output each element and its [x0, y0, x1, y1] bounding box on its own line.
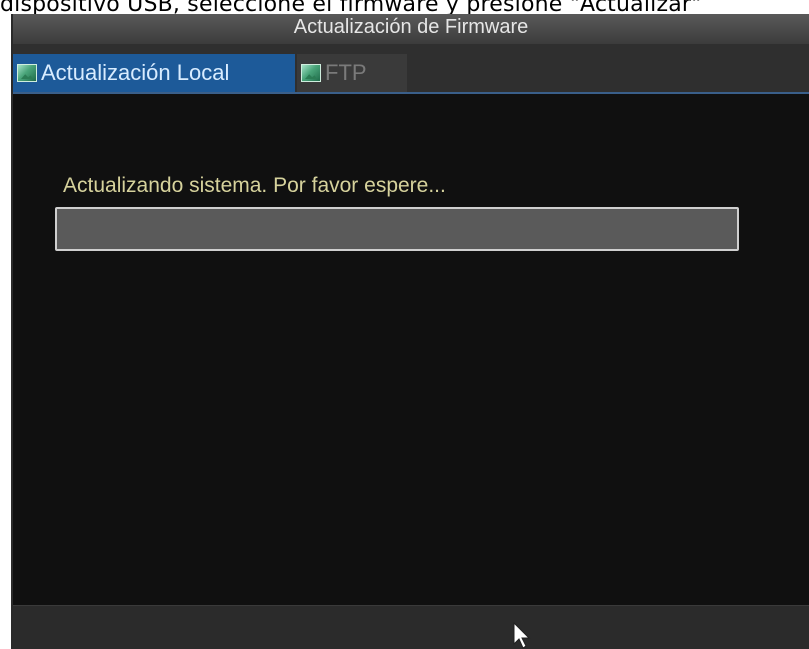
footer-bar: [13, 605, 809, 649]
tab-ftp-label: FTP: [325, 60, 367, 85]
progress-bar: [55, 207, 739, 251]
tab-ftp[interactable]: FTP: [297, 54, 407, 92]
status-message: Actualizando sistema. Por favor espere..…: [63, 174, 446, 197]
tab-bar: Actualización Local FTP: [13, 44, 809, 94]
image-icon: [17, 64, 37, 82]
tab-local-update[interactable]: Actualización Local: [13, 54, 295, 92]
page: dispositivo USB, seleccione el firmware …: [0, 0, 809, 649]
tab-local-update-label: Actualización Local: [41, 60, 230, 85]
firmware-update-window: Actualización de Firmware Actualización …: [11, 14, 809, 649]
window-title: Actualización de Firmware: [13, 14, 809, 44]
image-icon: [301, 64, 321, 82]
